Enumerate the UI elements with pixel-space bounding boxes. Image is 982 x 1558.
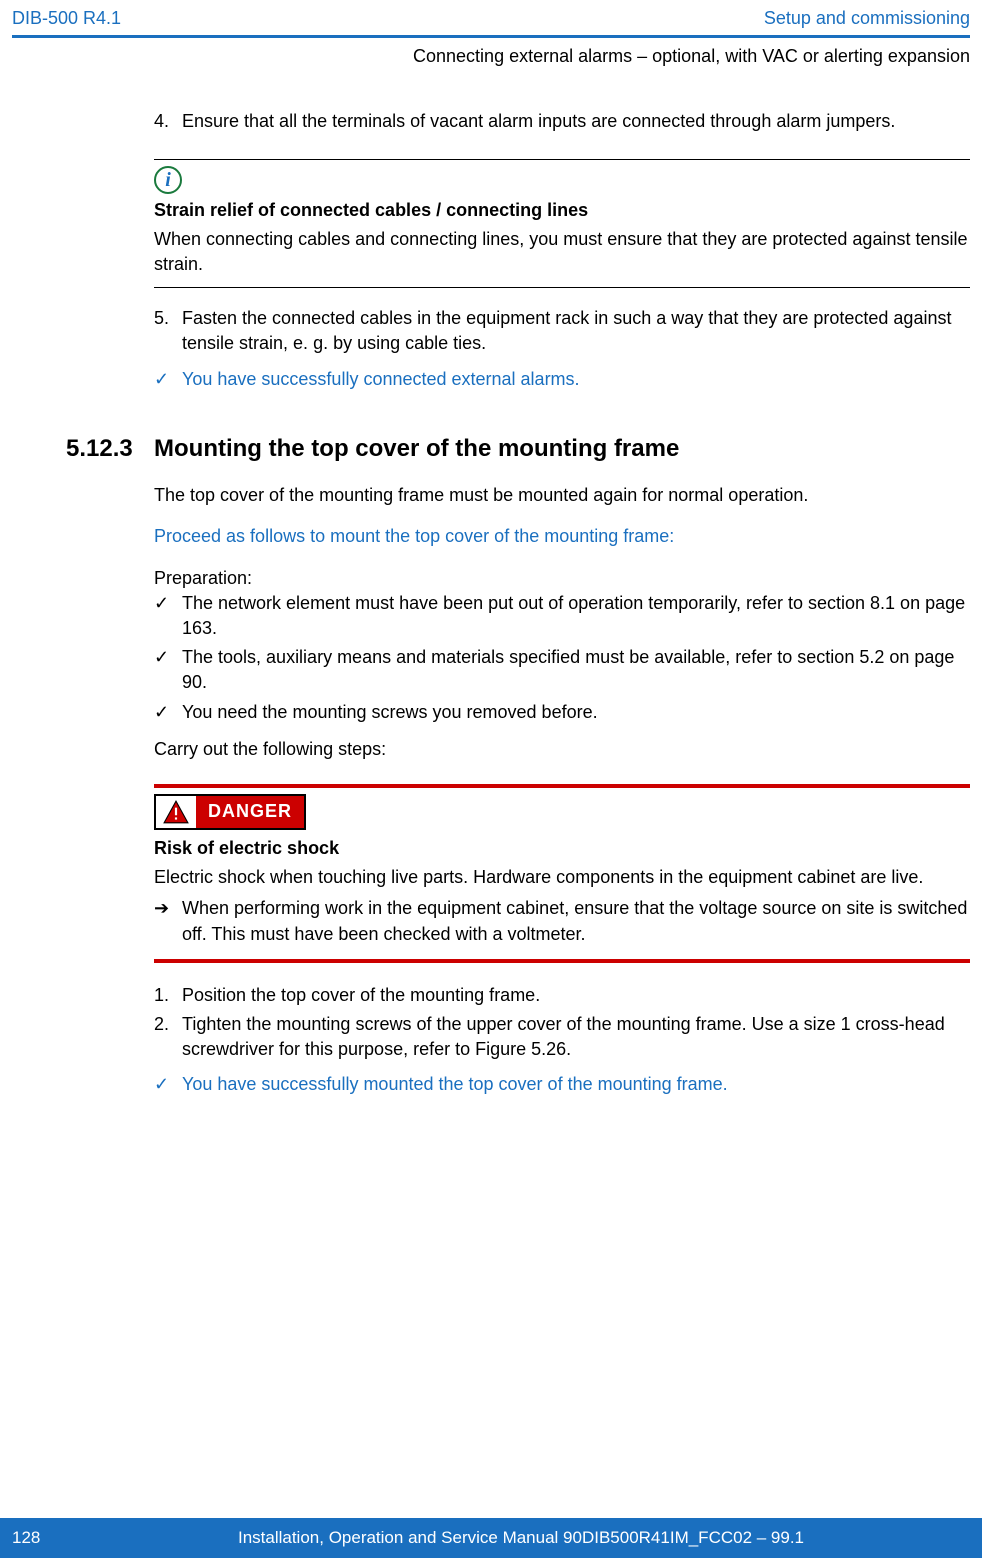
note-body: When connecting cables and connecting li… xyxy=(154,227,970,277)
intro-text: The top cover of the mounting frame must… xyxy=(154,483,970,508)
prep-text: The tools, auxiliary means and materials… xyxy=(182,645,970,695)
note-rule-bottom xyxy=(154,287,970,288)
step-4: 4. Ensure that all the terminals of vaca… xyxy=(154,109,970,134)
check-icon: ✓ xyxy=(154,591,182,641)
warning-triangle-icon xyxy=(156,796,196,828)
prep-item: ✓ You need the mounting screws you remov… xyxy=(154,700,970,725)
check-icon: ✓ xyxy=(154,367,182,392)
section-number: 5.12.3 xyxy=(12,432,154,466)
note-title: Strain relief of connected cables / conn… xyxy=(154,198,970,223)
note-rule-top xyxy=(154,159,970,160)
step-1: 1. Position the top cover of the mountin… xyxy=(154,983,970,1008)
danger-title: Risk of electric shock xyxy=(154,836,970,861)
footer-title: Installation, Operation and Service Manu… xyxy=(72,1526,970,1550)
check-icon: ✓ xyxy=(154,1072,182,1097)
danger-rule-bottom xyxy=(154,959,970,963)
content-area: 4. Ensure that all the terminals of vaca… xyxy=(0,69,982,1097)
danger-action: ➔ When performing work in the equipment … xyxy=(154,896,970,946)
chapter-title: Setup and commissioning xyxy=(764,6,970,31)
proceed-text: Proceed as follows to mount the top cove… xyxy=(154,524,970,549)
prep-text: You need the mounting screws you removed… xyxy=(182,700,970,725)
success-text: You have successfully mounted the top co… xyxy=(182,1072,728,1097)
step-number: 5. xyxy=(154,306,182,356)
success-text: You have successfully connected external… xyxy=(182,367,580,392)
arrow-icon: ➔ xyxy=(154,896,182,946)
step-text: Ensure that all the terminals of vacant … xyxy=(182,109,970,134)
step-number: 4. xyxy=(154,109,182,134)
carry-out-text: Carry out the following steps: xyxy=(154,737,970,762)
check-icon: ✓ xyxy=(154,700,182,725)
step-number: 1. xyxy=(154,983,182,1008)
info-icon: i xyxy=(154,166,182,194)
success-message: ✓ You have successfully mounted the top … xyxy=(154,1072,970,1097)
danger-badge: DANGER xyxy=(154,794,306,830)
prep-item: ✓ The tools, auxiliary means and materia… xyxy=(154,645,970,695)
danger-body: Electric shock when touching live parts.… xyxy=(154,865,970,890)
preparation-label: Preparation: xyxy=(154,566,970,591)
prep-item: ✓ The network element must have been put… xyxy=(154,591,970,641)
page-footer: 128 Installation, Operation and Service … xyxy=(0,1518,982,1558)
page-number: 128 xyxy=(12,1526,72,1550)
danger-rule-top xyxy=(154,784,970,788)
step-text: Tighten the mounting screws of the upper… xyxy=(182,1012,970,1062)
success-message: ✓ You have successfully connected extern… xyxy=(154,367,970,392)
danger-label: DANGER xyxy=(196,796,304,828)
section-heading: 5.12.3 Mounting the top cover of the mou… xyxy=(12,432,970,466)
check-icon: ✓ xyxy=(154,645,182,695)
section-title: Mounting the top cover of the mounting f… xyxy=(154,432,679,466)
subheader: Connecting external alarms – optional, w… xyxy=(0,38,982,69)
step-number: 2. xyxy=(154,1012,182,1062)
danger-action-text: When performing work in the equipment ca… xyxy=(182,896,970,946)
step-5: 5. Fasten the connected cables in the eq… xyxy=(154,306,970,356)
step-2: 2. Tighten the mounting screws of the up… xyxy=(154,1012,970,1062)
prep-text: The network element must have been put o… xyxy=(182,591,970,641)
step-text: Fasten the connected cables in the equip… xyxy=(182,306,970,356)
footer-bar: 128 Installation, Operation and Service … xyxy=(0,1518,982,1558)
step-text: Position the top cover of the mounting f… xyxy=(182,983,970,1008)
doc-id: DIB-500 R4.1 xyxy=(12,6,121,31)
page-header: DIB-500 R4.1 Setup and commissioning xyxy=(0,0,982,35)
